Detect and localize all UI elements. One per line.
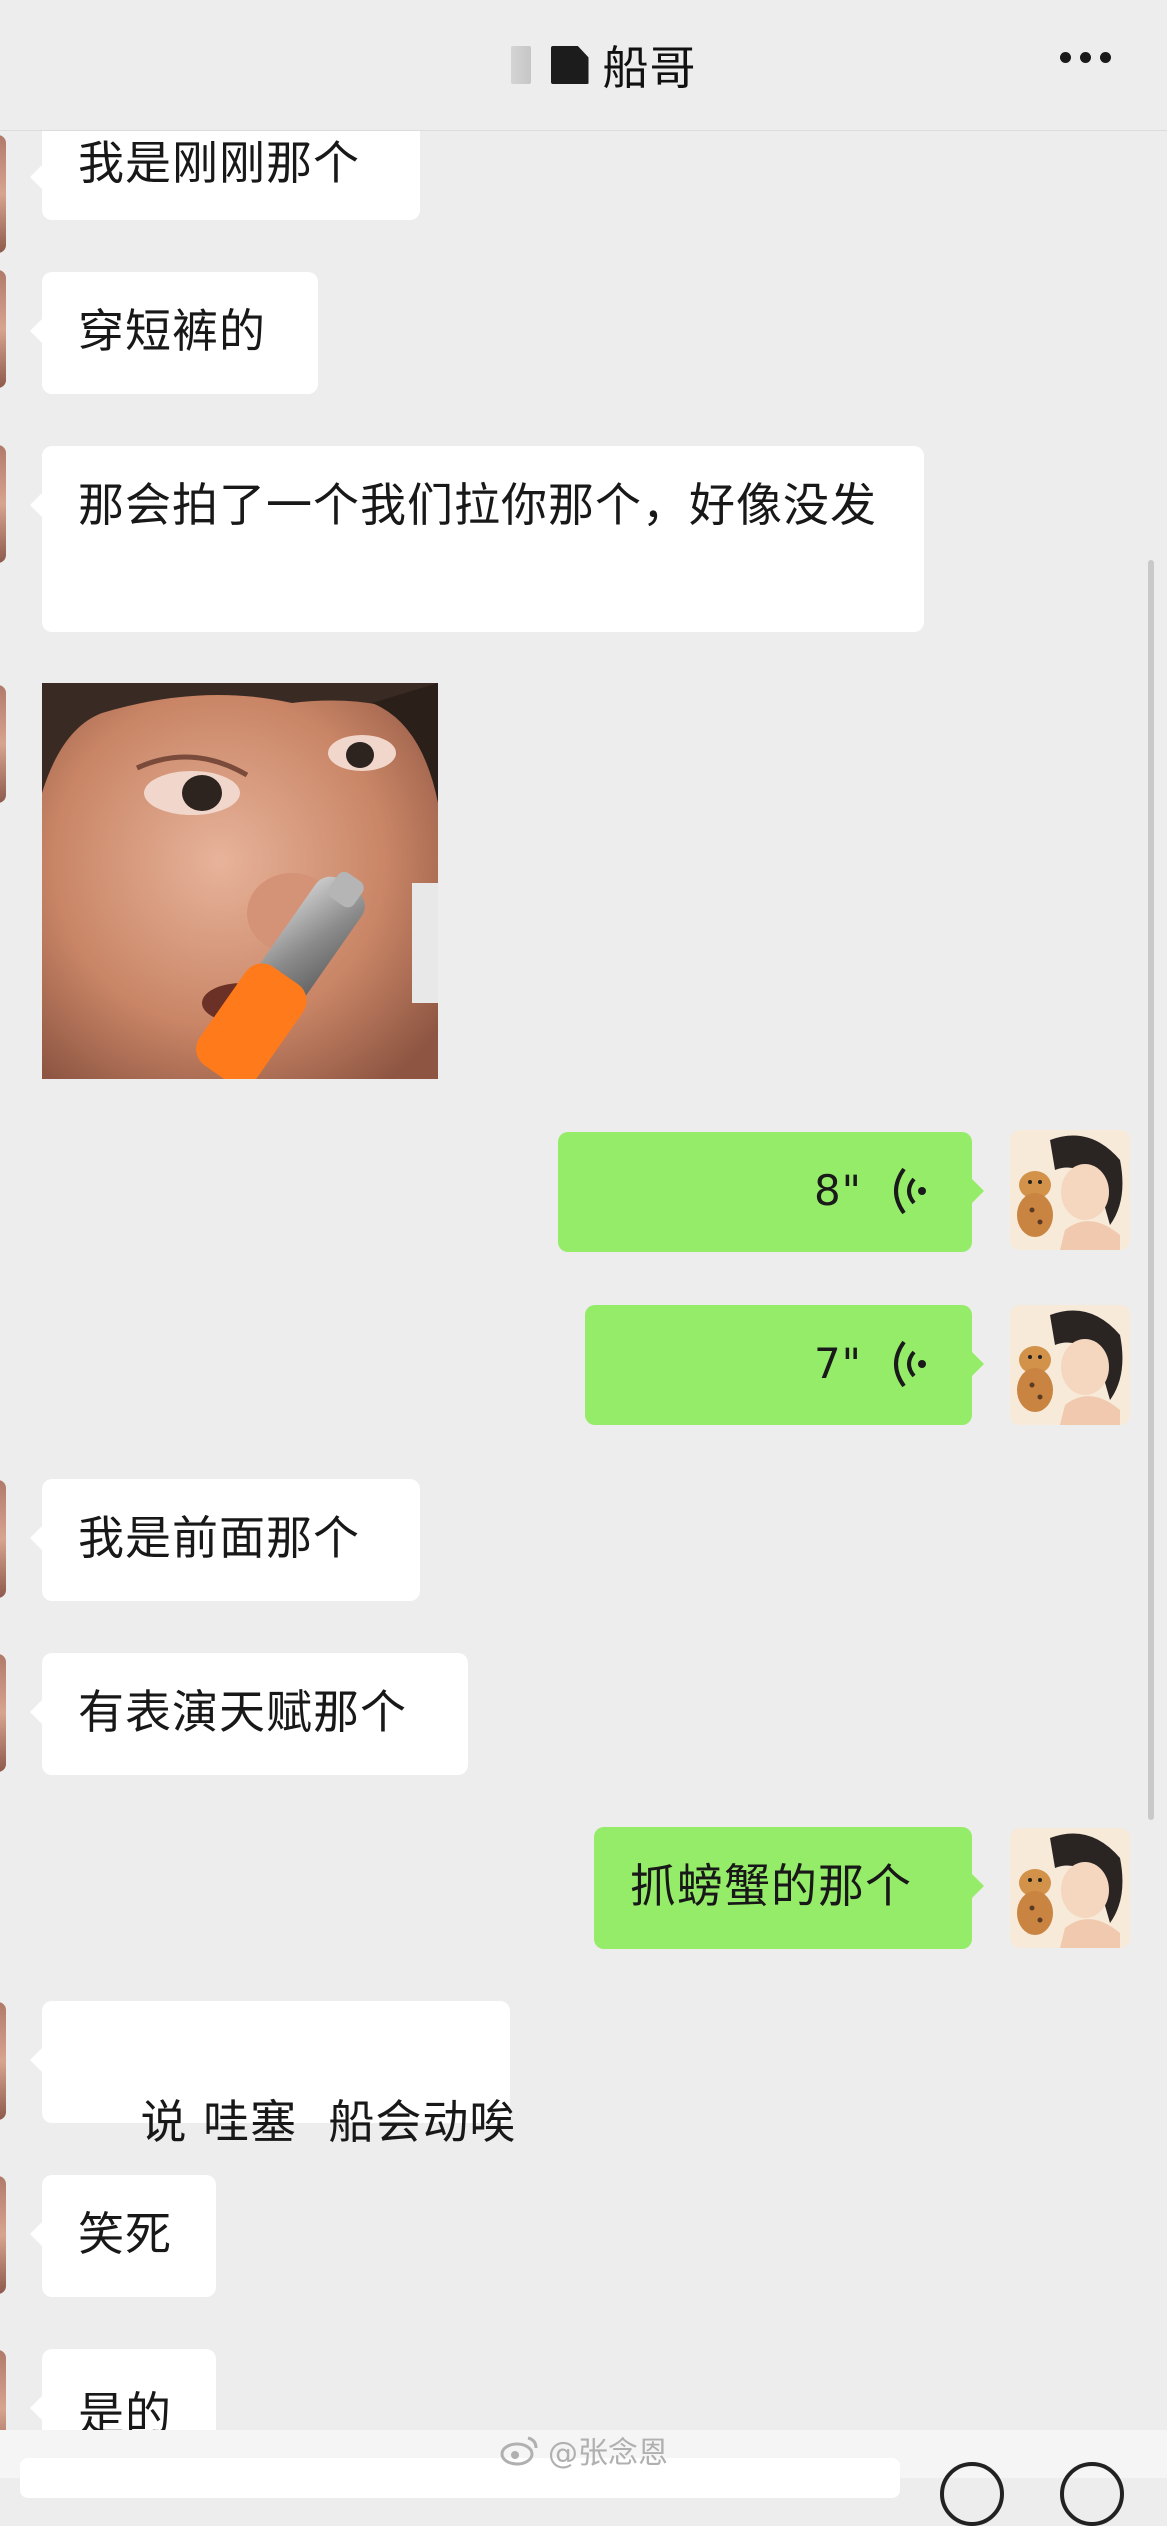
contact-avatar[interactable] xyxy=(0,135,6,253)
contact-avatar[interactable] xyxy=(0,445,6,563)
message-bubble-left[interactable]: 笑死 xyxy=(30,2175,216,2297)
watermark: @张念恩 xyxy=(500,2428,668,2472)
chat-header: 船哥 xyxy=(0,0,1167,131)
scrollbar[interactable] xyxy=(1148,560,1154,1820)
child-photo-image xyxy=(42,683,438,1079)
voice-duration: 8" xyxy=(813,1166,862,1215)
message-text: 那会拍了一个我们拉你那个，好像没发 xyxy=(78,478,877,532)
image-message[interactable] xyxy=(42,683,438,1079)
my-avatar[interactable] xyxy=(1010,1828,1130,1948)
message-text: 我是前面那个 xyxy=(78,1511,360,1565)
voice-duration: 7" xyxy=(813,1339,862,1388)
message-bubble-left[interactable]: 我是刚刚那个 xyxy=(30,118,420,220)
message-bubble-left[interactable]: 那会拍了一个我们拉你那个，好像没发 xyxy=(30,446,924,632)
weibo-icon xyxy=(500,2436,538,2466)
chat-area[interactable]: 我是刚刚那个 穿短裤的 那会拍了一个我们拉你那个，好像没发 8" 7" 我是前面… xyxy=(0,0,1167,2478)
title-wrap: 船哥 xyxy=(510,32,697,98)
voice-message-bubble[interactable]: 8" xyxy=(558,1132,984,1252)
message-bubble-left[interactable]: 说 哇塞 船会动唉 xyxy=(30,2001,515,2149)
illustrated-avatar-image xyxy=(1010,1130,1130,1250)
more-icon[interactable] xyxy=(1060,52,1111,63)
message-text: 说 哇塞 船会动唉 xyxy=(140,2095,517,2149)
illustrated-avatar-image xyxy=(1010,1305,1130,1425)
message-text: 笑死 xyxy=(78,2207,172,2261)
redacted-block xyxy=(550,46,589,84)
emoji-button[interactable] xyxy=(940,2462,1004,2526)
voice-wave-icon xyxy=(894,1340,926,1388)
message-bubble-right[interactable]: 抓螃蟹的那个 xyxy=(594,1827,984,1949)
contact-avatar[interactable] xyxy=(0,2002,6,2120)
contact-avatar[interactable] xyxy=(0,270,6,388)
contact-avatar[interactable] xyxy=(0,1480,6,1598)
watermark-text: @张念恩 xyxy=(548,2436,668,2471)
contact-avatar[interactable] xyxy=(0,685,6,803)
message-bubble-left[interactable]: 我是前面那个 xyxy=(30,1479,420,1601)
message-text: 抓螃蟹的那个 xyxy=(630,1859,912,1913)
voice-wave-icon xyxy=(894,1167,926,1215)
add-button[interactable] xyxy=(1060,2462,1124,2526)
illustrated-avatar-image xyxy=(1010,1828,1130,1948)
message-bubble-left[interactable]: 穿短裤的 xyxy=(30,272,318,394)
message-text: 我是刚刚那个 xyxy=(78,136,360,190)
contact-avatar[interactable] xyxy=(0,1654,6,1772)
message-text: 穿短裤的 xyxy=(78,304,266,358)
message-text: 有表演天赋那个 xyxy=(78,1685,407,1739)
voice-message-bubble[interactable]: 7" xyxy=(585,1305,984,1425)
my-avatar[interactable] xyxy=(1010,1130,1130,1250)
chat-title: 船哥 xyxy=(602,41,697,95)
redacted-block xyxy=(510,46,531,84)
my-avatar[interactable] xyxy=(1010,1305,1130,1425)
contact-avatar[interactable] xyxy=(0,2176,6,2294)
message-bubble-left[interactable]: 有表演天赋那个 xyxy=(30,1653,468,1775)
message-input[interactable] xyxy=(20,2458,900,2498)
